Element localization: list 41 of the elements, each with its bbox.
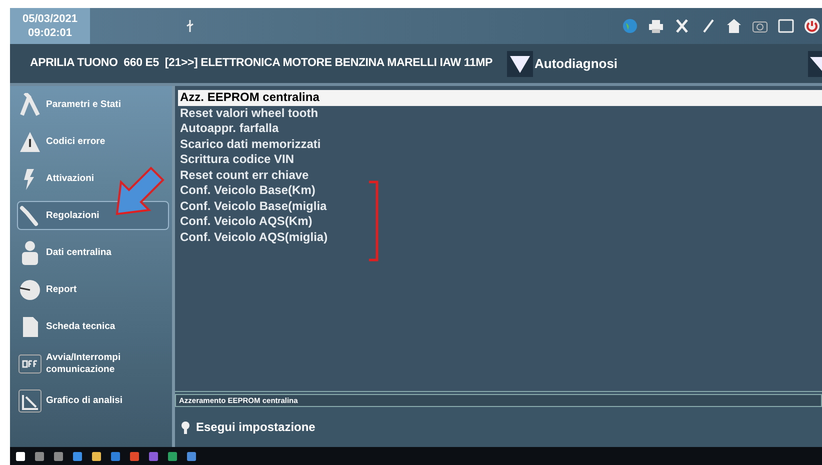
off-icon [18,352,42,376]
dropdown-icon [506,50,532,76]
sidebar-item[interactable]: Dati centralina [18,239,168,266]
lambda-icon [18,92,42,116]
list-item[interactable]: Scarico dati memorizzati [178,136,822,152]
annotation-arrow-icon [115,166,165,216]
sidebar-item[interactable]: Regolazioni [18,202,168,229]
lightbulb-icon [181,420,190,434]
sidebar-item[interactable]: Grafico di analisi [18,387,168,414]
sidebar-item[interactable]: Codici errore [18,128,168,155]
date-time-display: 05/03/2021 09:02:01 [10,8,90,44]
list-item[interactable]: Azz. EEPROM centralina [178,90,822,106]
list-item[interactable]: Conf. Veicolo Base(miglia [178,198,822,214]
list-item[interactable]: Reset valori wheel tooth [178,106,822,121]
list-item[interactable]: Conf. Veicolo Base(Km) [178,183,822,198]
taskbar-app-icon[interactable] [92,452,101,460]
tools-icon[interactable] [674,18,690,34]
sidebar-item[interactable]: Scheda tecnica [18,313,168,340]
warning-icon [18,130,42,154]
taskbar-app-icon[interactable] [168,452,177,460]
home-icon[interactable] [726,18,742,34]
list-item[interactable]: Conf. Veicolo AQS(miglia) [178,230,822,245]
pie-chart-icon [18,278,42,302]
execute-button[interactable]: Esegui impostazione [181,418,316,436]
taskbar-app-icon[interactable] [73,452,82,460]
list-item[interactable]: Scrittura codice VIN [178,152,822,168]
annotation-bracket-icon [368,180,380,262]
window-icon[interactable] [778,18,794,34]
list-item[interactable]: Autoappr. farfalla [178,121,822,136]
sidebar-item[interactable]: Avvia/Interrompi comunicazione [18,350,168,377]
sidebar-item[interactable]: Attivazioni [18,165,168,192]
power-icon[interactable] [804,18,820,34]
mode-dropdown[interactable]: Autodiagnosi [506,50,618,76]
taskbar-app-icon[interactable] [16,452,25,460]
list-item[interactable]: Reset count err chiave [178,168,822,183]
dropdown-icon[interactable] [808,50,822,76]
vehicle-name: APRILIA TUONO 660 E5 [21>>] ELETTRONICA MOTORE BENZINA MARELLI IAW 11MP [30,56,492,71]
globe-icon[interactable] [622,18,638,34]
printer-icon[interactable] [648,18,664,34]
list-item[interactable]: Conf. Veicolo AQS(Km) [178,214,822,230]
sidebar-item[interactable]: Report [18,276,168,303]
